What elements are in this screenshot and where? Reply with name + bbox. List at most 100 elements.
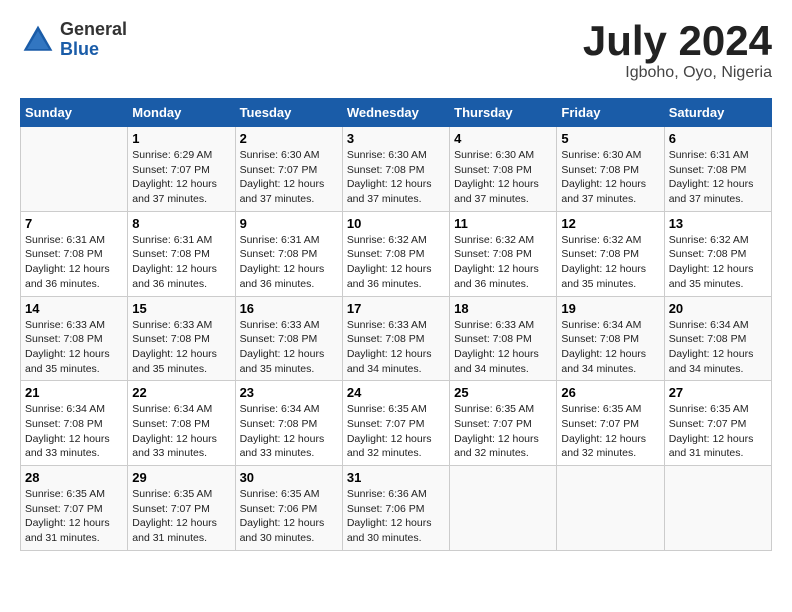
calendar-cell bbox=[664, 466, 771, 551]
day-info: Sunrise: 6:33 AM Sunset: 7:08 PM Dayligh… bbox=[132, 318, 230, 377]
calendar-header-row: SundayMondayTuesdayWednesdayThursdayFrid… bbox=[21, 99, 772, 127]
day-number: 19 bbox=[561, 301, 659, 316]
day-number: 13 bbox=[669, 216, 767, 231]
day-number: 11 bbox=[454, 216, 552, 231]
day-info: Sunrise: 6:30 AM Sunset: 7:08 PM Dayligh… bbox=[454, 148, 552, 207]
day-info: Sunrise: 6:34 AM Sunset: 7:08 PM Dayligh… bbox=[240, 402, 338, 461]
day-info: Sunrise: 6:36 AM Sunset: 7:06 PM Dayligh… bbox=[347, 487, 445, 546]
day-number: 2 bbox=[240, 131, 338, 146]
calendar-cell: 3 Sunrise: 6:30 AM Sunset: 7:08 PM Daylig… bbox=[342, 127, 449, 212]
calendar-cell: 30 Sunrise: 6:35 AM Sunset: 7:06 PM Dayli… bbox=[235, 466, 342, 551]
calendar-cell: 26 Sunrise: 6:35 AM Sunset: 7:07 PM Dayli… bbox=[557, 381, 664, 466]
calendar-cell: 29 Sunrise: 6:35 AM Sunset: 7:07 PM Dayli… bbox=[128, 466, 235, 551]
calendar-cell bbox=[557, 466, 664, 551]
calendar-cell: 15 Sunrise: 6:33 AM Sunset: 7:08 PM Dayli… bbox=[128, 296, 235, 381]
day-info: Sunrise: 6:35 AM Sunset: 7:07 PM Dayligh… bbox=[25, 487, 123, 546]
day-number: 29 bbox=[132, 470, 230, 485]
day-info: Sunrise: 6:35 AM Sunset: 7:07 PM Dayligh… bbox=[132, 487, 230, 546]
calendar-cell: 6 Sunrise: 6:31 AM Sunset: 7:08 PM Daylig… bbox=[664, 127, 771, 212]
day-info: Sunrise: 6:33 AM Sunset: 7:08 PM Dayligh… bbox=[454, 318, 552, 377]
calendar-cell: 2Sunrise: 6:30 AM Sunset: 7:07 PM Daylig… bbox=[235, 127, 342, 212]
day-number: 18 bbox=[454, 301, 552, 316]
calendar-week-row: 28 Sunrise: 6:35 AM Sunset: 7:07 PM Dayli… bbox=[21, 466, 772, 551]
title-block: July 2024 Igboho, Oyo, Nigeria bbox=[583, 20, 772, 82]
logo: General Blue bbox=[20, 20, 127, 60]
header-sunday: Sunday bbox=[21, 99, 128, 127]
day-info: Sunrise: 6:31 AM Sunset: 7:08 PM Dayligh… bbox=[25, 233, 123, 292]
day-number: 9 bbox=[240, 216, 338, 231]
day-info: Sunrise: 6:31 AM Sunset: 7:08 PM Dayligh… bbox=[240, 233, 338, 292]
day-number: 26 bbox=[561, 385, 659, 400]
day-info: Sunrise: 6:34 AM Sunset: 7:08 PM Dayligh… bbox=[25, 402, 123, 461]
calendar-table: SundayMondayTuesdayWednesdayThursdayFrid… bbox=[20, 98, 772, 551]
day-info: Sunrise: 6:33 AM Sunset: 7:08 PM Dayligh… bbox=[25, 318, 123, 377]
header-saturday: Saturday bbox=[664, 99, 771, 127]
day-number: 12 bbox=[561, 216, 659, 231]
header-monday: Monday bbox=[128, 99, 235, 127]
day-number: 4 bbox=[454, 131, 552, 146]
day-number: 22 bbox=[132, 385, 230, 400]
month-year-title: July 2024 bbox=[583, 20, 772, 62]
day-info: Sunrise: 6:35 AM Sunset: 7:06 PM Dayligh… bbox=[240, 487, 338, 546]
calendar-cell: 12 Sunrise: 6:32 AM Sunset: 7:08 PM Dayli… bbox=[557, 211, 664, 296]
page-header: General Blue July 2024 Igboho, Oyo, Nige… bbox=[20, 20, 772, 82]
day-number: 3 bbox=[347, 131, 445, 146]
logo-general-text: General bbox=[60, 19, 127, 39]
calendar-week-row: 1Sunrise: 6:29 AM Sunset: 7:07 PM Daylig… bbox=[21, 127, 772, 212]
day-info: Sunrise: 6:30 AM Sunset: 7:08 PM Dayligh… bbox=[561, 148, 659, 207]
day-info: Sunrise: 6:32 AM Sunset: 7:08 PM Dayligh… bbox=[561, 233, 659, 292]
logo-icon bbox=[20, 22, 56, 58]
calendar-cell: 5 Sunrise: 6:30 AM Sunset: 7:08 PM Daylig… bbox=[557, 127, 664, 212]
logo-blue-text: Blue bbox=[60, 39, 99, 59]
day-number: 27 bbox=[669, 385, 767, 400]
calendar-cell: 10 Sunrise: 6:32 AM Sunset: 7:08 PM Dayli… bbox=[342, 211, 449, 296]
calendar-cell: 13 Sunrise: 6:32 AM Sunset: 7:08 PM Dayli… bbox=[664, 211, 771, 296]
day-info: Sunrise: 6:32 AM Sunset: 7:08 PM Dayligh… bbox=[347, 233, 445, 292]
day-info: Sunrise: 6:32 AM Sunset: 7:08 PM Dayligh… bbox=[454, 233, 552, 292]
day-info: Sunrise: 6:31 AM Sunset: 7:08 PM Dayligh… bbox=[132, 233, 230, 292]
day-number: 25 bbox=[454, 385, 552, 400]
day-info: Sunrise: 6:35 AM Sunset: 7:07 PM Dayligh… bbox=[561, 402, 659, 461]
day-number: 6 bbox=[669, 131, 767, 146]
day-info: Sunrise: 6:34 AM Sunset: 7:08 PM Dayligh… bbox=[561, 318, 659, 377]
day-number: 21 bbox=[25, 385, 123, 400]
day-info: Sunrise: 6:32 AM Sunset: 7:08 PM Dayligh… bbox=[669, 233, 767, 292]
calendar-cell: 19 Sunrise: 6:34 AM Sunset: 7:08 PM Dayli… bbox=[557, 296, 664, 381]
calendar-cell bbox=[21, 127, 128, 212]
calendar-cell: 21 Sunrise: 6:34 AM Sunset: 7:08 PM Dayli… bbox=[21, 381, 128, 466]
day-info: Sunrise: 6:35 AM Sunset: 7:07 PM Dayligh… bbox=[669, 402, 767, 461]
calendar-cell: 11 Sunrise: 6:32 AM Sunset: 7:08 PM Dayli… bbox=[450, 211, 557, 296]
day-number: 5 bbox=[561, 131, 659, 146]
calendar-cell: 24Sunrise: 6:35 AM Sunset: 7:07 PM Dayli… bbox=[342, 381, 449, 466]
day-number: 7 bbox=[25, 216, 123, 231]
header-thursday: Thursday bbox=[450, 99, 557, 127]
day-number: 17 bbox=[347, 301, 445, 316]
day-info: Sunrise: 6:35 AM Sunset: 7:07 PM Dayligh… bbox=[347, 402, 445, 461]
day-number: 15 bbox=[132, 301, 230, 316]
day-info: Sunrise: 6:31 AM Sunset: 7:08 PM Dayligh… bbox=[669, 148, 767, 207]
calendar-cell: 4 Sunrise: 6:30 AM Sunset: 7:08 PM Daylig… bbox=[450, 127, 557, 212]
day-number: 28 bbox=[25, 470, 123, 485]
day-number: 14 bbox=[25, 301, 123, 316]
calendar-cell: 23 Sunrise: 6:34 AM Sunset: 7:08 PM Dayli… bbox=[235, 381, 342, 466]
day-info: Sunrise: 6:34 AM Sunset: 7:08 PM Dayligh… bbox=[669, 318, 767, 377]
calendar-cell: 31Sunrise: 6:36 AM Sunset: 7:06 PM Dayli… bbox=[342, 466, 449, 551]
day-info: Sunrise: 6:35 AM Sunset: 7:07 PM Dayligh… bbox=[454, 402, 552, 461]
day-number: 16 bbox=[240, 301, 338, 316]
calendar-cell: 17 Sunrise: 6:33 AM Sunset: 7:08 PM Dayli… bbox=[342, 296, 449, 381]
calendar-cell: 14 Sunrise: 6:33 AM Sunset: 7:08 PM Dayli… bbox=[21, 296, 128, 381]
calendar-cell: 8Sunrise: 6:31 AM Sunset: 7:08 PM Daylig… bbox=[128, 211, 235, 296]
calendar-cell: 20Sunrise: 6:34 AM Sunset: 7:08 PM Dayli… bbox=[664, 296, 771, 381]
day-info: Sunrise: 6:30 AM Sunset: 7:08 PM Dayligh… bbox=[347, 148, 445, 207]
header-friday: Friday bbox=[557, 99, 664, 127]
day-number: 30 bbox=[240, 470, 338, 485]
calendar-cell: 27 Sunrise: 6:35 AM Sunset: 7:07 PM Dayli… bbox=[664, 381, 771, 466]
calendar-cell: 16 Sunrise: 6:33 AM Sunset: 7:08 PM Dayli… bbox=[235, 296, 342, 381]
day-number: 10 bbox=[347, 216, 445, 231]
day-number: 1 bbox=[132, 131, 230, 146]
day-info: Sunrise: 6:33 AM Sunset: 7:08 PM Dayligh… bbox=[240, 318, 338, 377]
calendar-week-row: 7 Sunrise: 6:31 AM Sunset: 7:08 PM Daylig… bbox=[21, 211, 772, 296]
header-tuesday: Tuesday bbox=[235, 99, 342, 127]
day-number: 23 bbox=[240, 385, 338, 400]
day-info: Sunrise: 6:33 AM Sunset: 7:08 PM Dayligh… bbox=[347, 318, 445, 377]
